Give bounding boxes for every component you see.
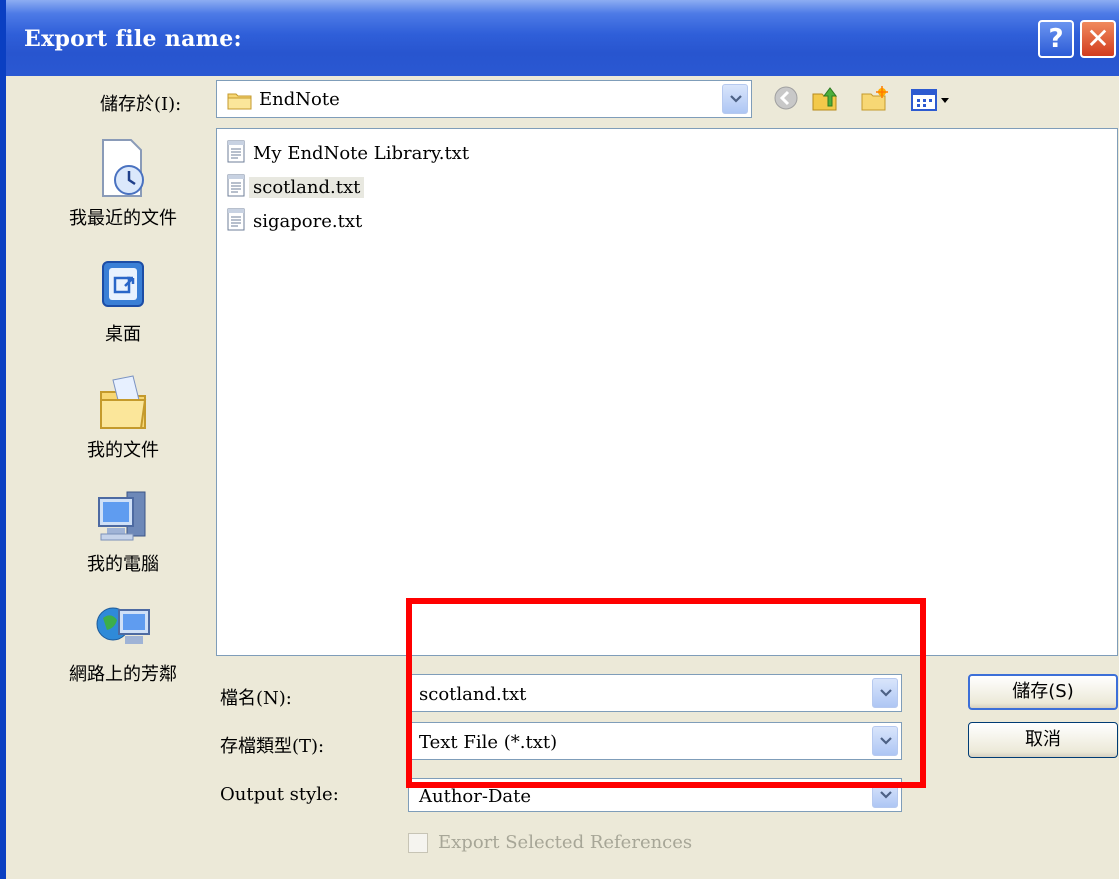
save-in-label: 儲存於(I): [100,94,182,115]
recent-documents-icon [40,136,206,202]
save-in-dropdown[interactable]: EndNote [216,80,752,118]
my-computer-icon [40,486,206,548]
desktop-icon [40,256,206,318]
my-documents-icon [40,372,206,434]
chevron-down-icon[interactable] [722,84,748,114]
title-bar[interactable]: Export file name: ? ✕ [6,0,1119,76]
file-list[interactable]: My EndNote Library.txt scotland.txt siga… [216,128,1118,656]
list-item[interactable]: scotland.txt [227,173,365,201]
filename-value: scotland.txt [419,684,527,705]
filename-label: 檔名(N): [220,688,292,709]
place-label: 網路上的芳鄰 [69,664,177,685]
places-bar: 我最近的文件 桌面 我的文件 我的電腦 網路上的芳鄰 [40,128,206,708]
place-label: 我的文件 [87,440,159,461]
filetype-label: 存檔類型(T): [220,736,325,757]
file-name: scotland.txt [249,176,365,198]
filename-input[interactable]: scotland.txt [408,674,902,712]
back-icon[interactable] [772,84,800,116]
help-button[interactable]: ? [1038,20,1074,58]
place-network[interactable]: 網路上的芳鄰 [40,596,206,686]
place-label: 桌面 [105,324,141,345]
export-selected-checkbox[interactable] [408,832,428,853]
chevron-down-icon[interactable] [872,782,898,808]
output-style-dropdown[interactable]: Author-Date [408,778,902,812]
text-file-icon [227,207,245,235]
list-item[interactable]: My EndNote Library.txt [227,139,469,167]
save-button[interactable]: 儲存(S) [968,674,1118,710]
list-item[interactable]: sigapore.txt [227,207,362,235]
close-button[interactable]: ✕ [1080,20,1116,58]
text-file-icon [227,139,245,167]
up-folder-icon[interactable] [810,84,840,118]
export-selected-row: Export Selected References [408,832,692,853]
new-folder-icon[interactable] [860,84,890,118]
window-title: Export file name: [24,26,242,52]
chevron-down-icon[interactable] [872,678,898,708]
network-places-icon [40,596,206,658]
filetype-value: Text File (*.txt) [419,732,558,753]
export-dialog: Export file name: ? ✕ 儲存於(I): EndNote 我最… [0,0,1119,879]
output-style-value: Author-Date [419,786,531,807]
filetype-dropdown[interactable]: Text File (*.txt) [408,722,902,760]
place-label: 我的電腦 [87,554,159,575]
text-file-icon [227,173,245,201]
place-recent[interactable]: 我最近的文件 [40,136,206,230]
place-desktop[interactable]: 桌面 [40,256,206,346]
place-label: 我最近的文件 [69,208,177,229]
folder-icon [227,90,253,114]
export-selected-label: Export Selected References [438,832,693,853]
place-my-documents[interactable]: 我的文件 [40,372,206,462]
cancel-button[interactable]: 取消 [968,722,1118,758]
output-style-label: Output style: [220,784,339,805]
place-my-computer[interactable]: 我的電腦 [40,486,206,576]
file-name: My EndNote Library.txt [253,142,470,164]
file-name: sigapore.txt [253,210,363,232]
save-in-value: EndNote [259,89,340,110]
view-menu-icon[interactable] [910,84,956,118]
chevron-down-icon[interactable] [872,726,898,756]
